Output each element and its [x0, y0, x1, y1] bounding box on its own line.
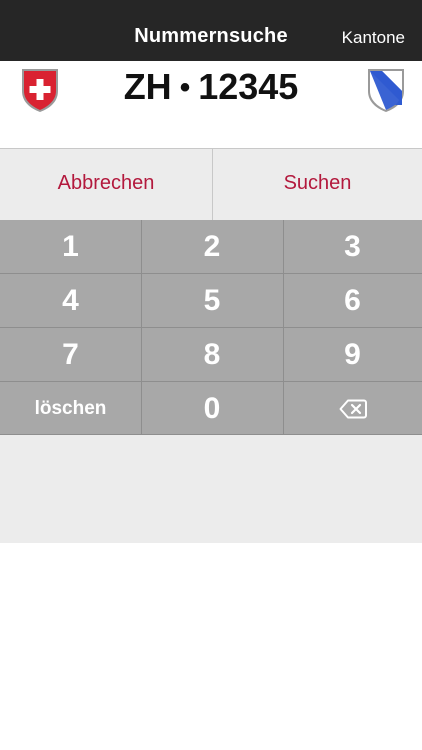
- keypad-divider: [0, 327, 422, 328]
- delete-all-key[interactable]: löschen: [0, 382, 141, 435]
- keypad-divider: [0, 273, 422, 274]
- key-1[interactable]: 1: [0, 220, 141, 273]
- plate-number: ZH • 12345: [0, 65, 422, 112]
- backspace-icon: [339, 399, 367, 418]
- number-keypad: 1 2 3 4 5 6 7 8 9 löschen 0: [0, 220, 422, 435]
- empty-panel: [0, 435, 422, 543]
- key-3[interactable]: 3: [283, 220, 422, 273]
- kantone-button[interactable]: Kantone: [342, 0, 405, 61]
- keypad-divider: [283, 220, 284, 435]
- navigation-bar: Nummernsuche Kantone: [0, 0, 422, 61]
- key-4[interactable]: 4: [0, 274, 141, 327]
- search-button[interactable]: Suchen: [213, 149, 422, 220]
- cancel-button[interactable]: Abbrechen: [0, 149, 212, 220]
- keypad-divider: [141, 220, 142, 435]
- key-7[interactable]: 7: [0, 328, 141, 381]
- key-2[interactable]: 2: [141, 220, 283, 273]
- plate-separator: •: [179, 71, 191, 104]
- key-8[interactable]: 8: [141, 328, 283, 381]
- key-9[interactable]: 9: [283, 328, 422, 381]
- license-plate-display: ZH • 12345: [0, 61, 422, 148]
- key-0[interactable]: 0: [141, 382, 283, 435]
- canton-code: ZH: [123, 66, 172, 107]
- action-bar: Abbrechen Suchen: [0, 148, 422, 220]
- plate-digits: 12345: [198, 66, 299, 107]
- backspace-key[interactable]: [283, 382, 422, 435]
- key-5[interactable]: 5: [141, 274, 283, 327]
- key-6[interactable]: 6: [283, 274, 422, 327]
- zurich-coat-of-arms-icon: [368, 69, 404, 112]
- keypad-divider: [0, 381, 422, 382]
